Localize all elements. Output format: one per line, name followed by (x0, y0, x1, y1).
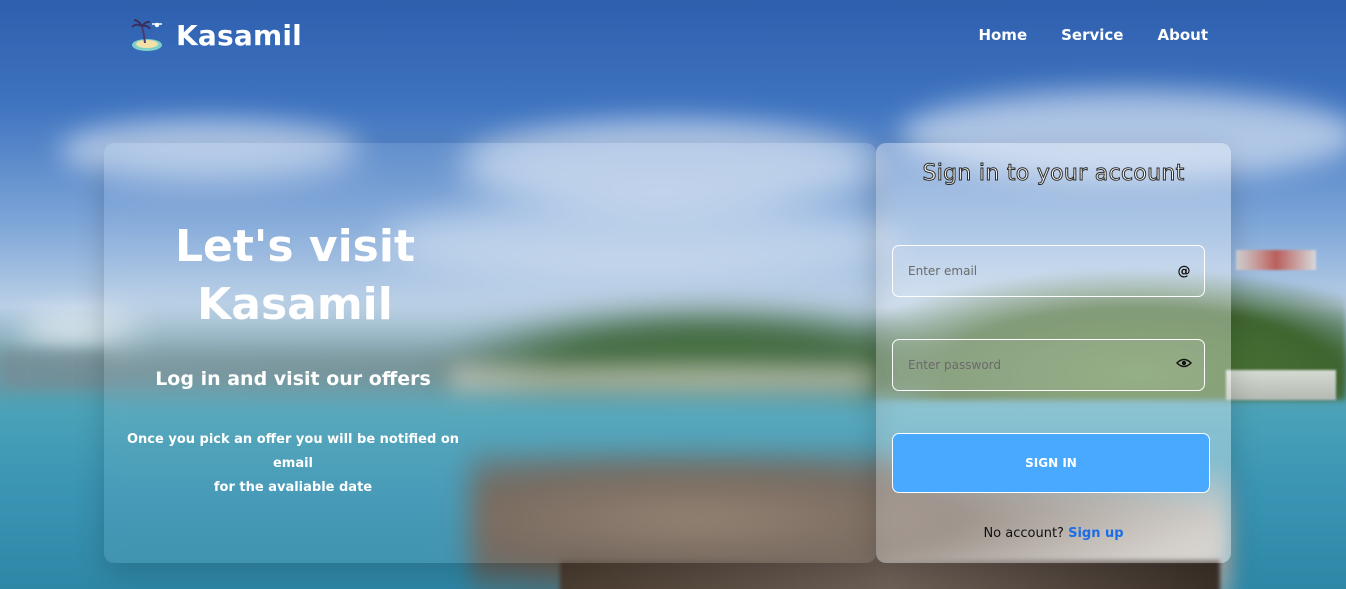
hero-subtitle: Log in and visit our offers (155, 368, 431, 390)
signin-title: Sign in to your account (922, 161, 1185, 187)
top-navbar: Kasamil Home Service About (0, 0, 1346, 72)
signup-link[interactable]: Sign up (1068, 526, 1123, 541)
brand-name: Kasamil (176, 18, 302, 52)
hero-card (104, 143, 876, 563)
nav-about-link[interactable]: About (1157, 26, 1208, 44)
hero-description-line2: for the avaliable date (213, 480, 373, 495)
password-input[interactable] (893, 339, 1164, 391)
hero-description-line1: Once you pick an offer you will be notif… (126, 432, 459, 471)
hero-description: Once you pick an offer you will be notif… (115, 428, 471, 500)
signin-button[interactable]: SIGN IN (892, 433, 1210, 493)
hero-title: Let's visit Kasamil (105, 218, 485, 334)
nav-service-link[interactable]: Service (1061, 26, 1123, 44)
nav-home-link[interactable]: Home (978, 26, 1027, 44)
email-field: @ (892, 245, 1205, 297)
eye-icon[interactable] (1164, 357, 1204, 373)
hero-title-line1: Let's visit (175, 221, 415, 272)
nav-links: Home Service About (978, 26, 1208, 44)
email-input[interactable] (893, 245, 1164, 297)
signup-prompt: No account? Sign up (876, 526, 1231, 541)
signin-panel: Sign in to your account @ SIGN IN No acc… (876, 143, 1231, 563)
island-palm-icon (128, 16, 166, 54)
no-account-text: No account? (983, 526, 1064, 541)
brand[interactable]: Kasamil (128, 16, 302, 54)
hero-title-line2: Kasamil (197, 279, 393, 330)
at-icon: @ (1177, 263, 1191, 279)
password-field (892, 339, 1205, 391)
